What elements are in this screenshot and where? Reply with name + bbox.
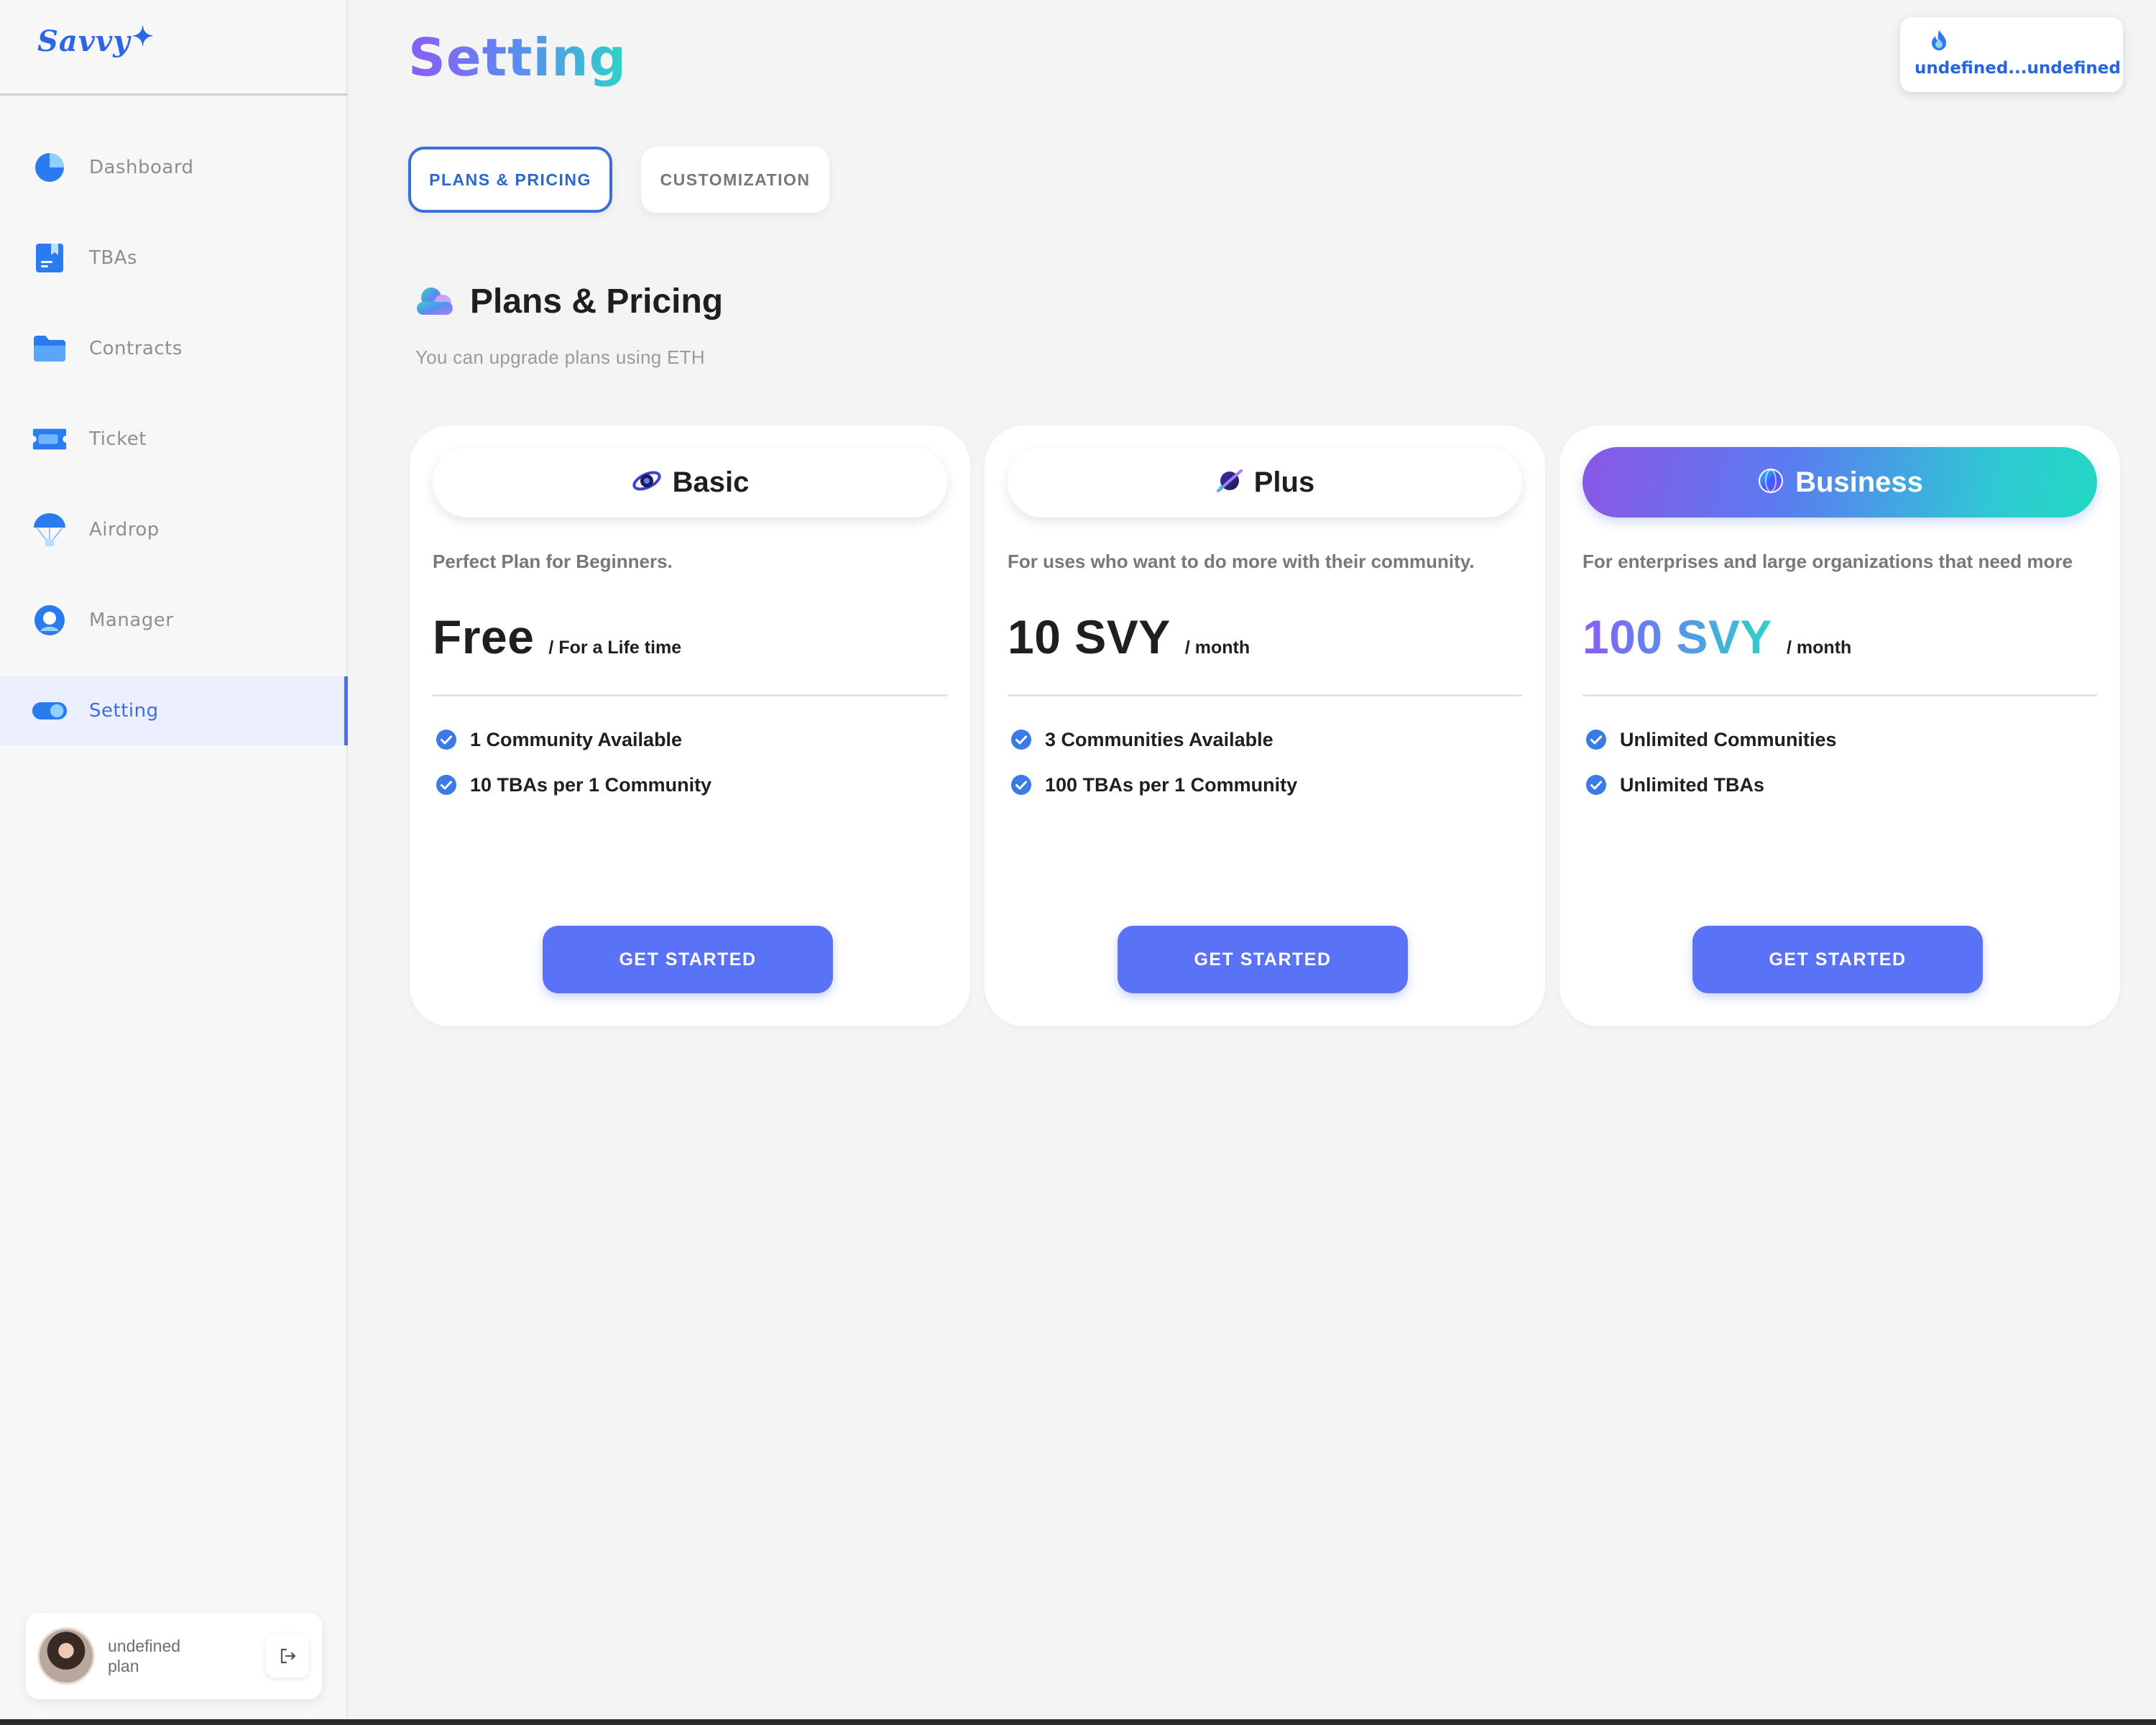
plan-card-basic: Basic Perfect Plan for Beginners. Free /… [410,426,970,1026]
price-row: 100 SVY / month [1583,610,1851,664]
sidebar-item-label: Setting [89,700,159,722]
sparkle-icon: ✦ [132,22,155,52]
logout-icon [280,1648,296,1664]
feature-text: 100 TBAs per 1 Community [1045,773,1298,796]
plan-name-pill: Basic [433,447,947,518]
get-started-button[interactable]: GET STARTED [1118,926,1408,993]
sidebar-item-label: Contracts [89,338,183,359]
card-divider [1008,694,1522,696]
feature-list: 3 Communities Available 100 TBAs per 1 C… [1010,726,1297,816]
planet-icon [1215,466,1244,499]
sidebar-item-dashboard[interactable]: Dashboard [0,133,348,202]
sidebar-item-label: TBAs [89,247,138,269]
plan-description: For uses who want to do more with their … [1008,551,1475,572]
avatar[interactable] [37,1627,95,1685]
feature-text: Unlimited TBAs [1620,773,1765,796]
orbit-icon [631,468,663,497]
feature-item: Unlimited TBAs [1585,771,1837,799]
user-circle-icon [32,602,68,638]
sidebar-item-setting[interactable]: Setting [0,676,348,745]
feature-item: Unlimited Communities [1585,726,1837,753]
get-started-button[interactable]: GET STARTED [1692,926,1983,993]
plan-price: 100 SVY [1583,610,1773,663]
plan-period: / month [1184,638,1250,658]
ticket-icon [32,421,68,457]
price-row: Free / For a Life time [433,610,681,664]
section-title: Plans & Pricing [470,282,724,321]
price-row: 10 SVY / month [1008,610,1250,664]
sidebar-item-manager[interactable]: Manager [0,586,348,655]
feature-list: 1 Community Available 10 TBAs per 1 Comm… [436,726,711,816]
user-info: undefined plan [108,1636,180,1676]
window-bottom-edge [0,1719,2156,1725]
flame-icon [1929,29,1949,55]
sidebar-item-contracts[interactable]: Contracts [0,314,348,383]
sidebar-item-label: Manager [89,610,174,631]
plan-name: Basic [672,466,750,498]
check-circle-icon [1011,730,1031,750]
plan-name-pill: Business [1583,447,2097,518]
sidebar: Savvy✦ Dashboard TBAs Contracts Ticket A… [0,0,348,1725]
parachute-icon [32,512,68,548]
globe-icon [1756,466,1785,499]
plan-name-pill: Plus [1008,447,1522,518]
sidebar-item-label: Ticket [89,428,147,450]
user-name: undefined [108,1637,181,1655]
feature-text: 10 TBAs per 1 Community [470,773,712,796]
cloud-icon [414,285,457,323]
card-divider [433,694,947,696]
check-circle-icon [436,775,456,795]
feature-item: 10 TBAs per 1 Community [436,771,711,799]
plan-description: For enterprises and large organizations … [1583,551,2073,572]
check-circle-icon [1586,730,1606,750]
plan-price: Free [433,610,535,663]
sidebar-item-ticket[interactable]: Ticket [0,405,348,474]
wallet-button[interactable]: undefined...undefined [1900,17,2123,92]
get-started-button[interactable]: GET STARTED [543,926,833,993]
wallet-address: undefined...undefined [1915,59,2121,78]
user-card: undefined plan [26,1613,322,1699]
sidebar-item-label: Airdrop [89,519,160,540]
logout-button[interactable] [266,1634,309,1678]
page-title: Setting [408,27,627,88]
sidebar-nav: Dashboard TBAs Contracts Ticket Airdrop [0,133,348,767]
card-divider [1583,694,2097,696]
bookmark-doc-icon [32,240,68,276]
plan-card-plus: Plus For uses who want to do more with t… [985,426,1545,1026]
sidebar-divider [0,93,348,96]
feature-text: 1 Community Available [470,728,683,750]
pie-chart-icon [32,150,68,185]
plan-name: Business [1795,466,1923,498]
brand-logo[interactable]: Savvy✦ [37,22,155,58]
check-circle-icon [436,730,456,750]
tab-plans-pricing[interactable]: PLANS & PRICING [408,147,612,213]
folder-icon [32,331,68,367]
plan-description: Perfect Plan for Beginners. [433,551,673,572]
toggle-icon [32,693,68,729]
user-plan: plan [108,1657,139,1675]
tab-customization[interactable]: CUSTOMIZATION [641,147,829,213]
feature-text: Unlimited Communities [1620,728,1837,750]
sidebar-item-label: Dashboard [89,157,194,178]
feature-list: Unlimited Communities Unlimited TBAs [1585,726,1837,816]
check-circle-icon [1011,775,1031,795]
section-subtitle: You can upgrade plans using ETH [415,346,705,368]
feature-item: 1 Community Available [436,726,711,753]
plan-card-business: Business For enterprises and large organ… [1560,426,2120,1026]
feature-item: 100 TBAs per 1 Community [1010,771,1297,799]
feature-item: 3 Communities Available [1010,726,1297,753]
sidebar-item-airdrop[interactable]: Airdrop [0,495,348,564]
plan-period: / For a Life time [548,638,682,658]
check-circle-icon [1586,775,1606,795]
plan-period: / month [1787,638,1852,658]
plan-name: Plus [1253,466,1315,498]
plan-price: 10 SVY [1008,610,1171,663]
feature-text: 3 Communities Available [1045,728,1273,750]
sidebar-item-tbas[interactable]: TBAs [0,224,348,293]
